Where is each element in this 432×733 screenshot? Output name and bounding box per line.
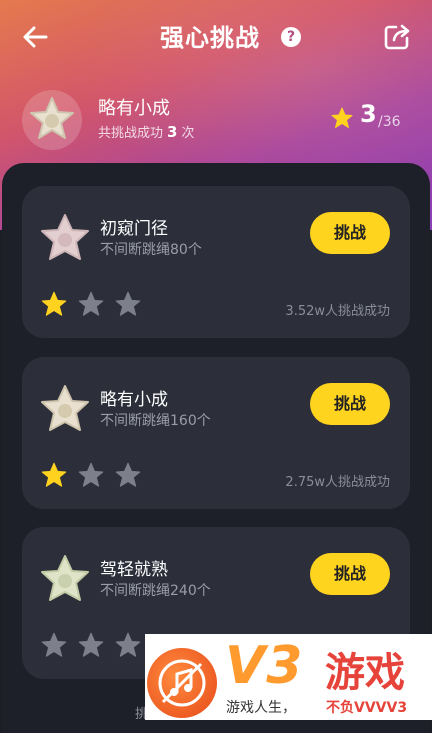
- current-level-badge: [22, 90, 82, 150]
- success-prefix: 共挑战成功: [98, 126, 164, 141]
- back-arrow-icon[interactable]: [20, 22, 50, 52]
- star-filled-icon: [41, 462, 67, 487]
- level-star-medal-icon: [41, 385, 89, 431]
- stars-earned: 3: [360, 100, 377, 128]
- success-count-label: 2.75w人挑战成功: [285, 475, 390, 490]
- challenge-name: 初窥门径: [100, 219, 168, 239]
- star-empty-icon: [115, 291, 141, 316]
- star-empty-icon: [78, 462, 104, 487]
- challenge-button[interactable]: 挑战: [310, 553, 390, 595]
- watermark-logo-text: V3: [225, 636, 304, 696]
- challenge-desc: 不间断跳绳240个: [100, 583, 211, 599]
- challenge-card: 略有小成 不间断跳绳160个 挑战 2.75w人挑战成功: [22, 357, 410, 509]
- level-star-medal-icon: [30, 97, 74, 139]
- watermark-brand: 游戏: [325, 650, 405, 696]
- help-icon[interactable]: ?: [281, 27, 301, 47]
- star-filled-icon: [41, 291, 67, 316]
- challenge-button[interactable]: 挑战: [310, 212, 390, 254]
- success-suffix: 次: [181, 126, 195, 141]
- star-empty-icon: [78, 632, 104, 657]
- challenge-name: 略有小成: [100, 390, 168, 410]
- share-icon[interactable]: [382, 22, 412, 52]
- challenge-desc: 不间断跳绳80个: [100, 242, 202, 258]
- challenge-card: 初窥门径 不间断跳绳80个 挑战 3.52w人挑战成功: [22, 186, 410, 338]
- watermark-logo-icon: [147, 648, 217, 718]
- success-count-label: 3.52w人挑战成功: [285, 304, 390, 319]
- challenge-name: 驾轻就熟: [100, 560, 168, 580]
- success-count: 3: [167, 123, 178, 141]
- star-empty-icon: [41, 632, 67, 657]
- star-empty-icon: [115, 632, 141, 657]
- level-star-medal-icon: [41, 214, 89, 260]
- star-rating: [40, 290, 146, 320]
- star-icon: [331, 107, 353, 128]
- watermark-tagline: 游戏人生，: [226, 700, 296, 716]
- star-rating: [40, 461, 146, 491]
- top-bar: 强心挑战 ?: [0, 0, 432, 72]
- music-note-icon: [158, 659, 206, 707]
- page-title: 强心挑战: [160, 24, 260, 52]
- current-level-name: 略有小成: [98, 98, 170, 119]
- star-empty-icon: [115, 462, 141, 487]
- challenge-button[interactable]: 挑战: [310, 383, 390, 425]
- level-star-medal-icon: [41, 555, 89, 601]
- watermark-tagline-2: 不负VVVV3: [326, 700, 408, 716]
- challenge-desc: 不间断跳绳160个: [100, 413, 211, 429]
- star-rating: [40, 631, 146, 661]
- success-summary: 共挑战成功 3 次: [98, 122, 194, 141]
- stars-total: /36: [378, 114, 401, 130]
- star-empty-icon: [78, 291, 104, 316]
